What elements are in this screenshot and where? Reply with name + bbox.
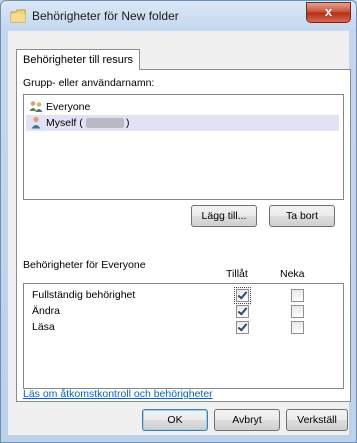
permissions-dialog: Behörigheter för New folder x Behörighet… xyxy=(0,0,357,443)
permission-name: Läsa xyxy=(32,321,55,333)
add-button[interactable]: Lägg till... xyxy=(191,205,257,227)
tab-panel: Grupp- eller användarnamn: Everyone Myse… xyxy=(16,69,351,402)
permission-name: Ändra xyxy=(32,305,61,317)
deny-column-header: Neka xyxy=(280,268,305,280)
close-button[interactable]: x xyxy=(306,2,351,23)
user-icon xyxy=(31,116,41,129)
list-item-label: Myself ( xyxy=(46,117,83,129)
permissions-list: Fullständig behörighet Ändra Läsa xyxy=(23,283,344,389)
allow-checkbox-change[interactable] xyxy=(236,305,249,318)
permissions-label: Behörigheter för Everyone xyxy=(23,259,146,271)
apply-button[interactable]: Verkställ xyxy=(286,409,348,431)
redacted-block xyxy=(86,118,124,128)
group-user-list[interactable]: Everyone Myself ( ) xyxy=(23,94,344,200)
cancel-button[interactable]: Avbryt xyxy=(214,409,280,431)
remove-button[interactable]: Ta bort xyxy=(269,205,335,227)
allow-checkbox-full-control[interactable] xyxy=(234,287,251,304)
list-item-label: Everyone xyxy=(46,101,91,113)
group-list-label: Grupp- eller användarnamn: xyxy=(23,77,155,89)
title-bar[interactable]: Behörigheter för New folder x xyxy=(1,1,356,31)
list-item-everyone[interactable]: Everyone xyxy=(26,99,339,115)
window-title: Behörigheter för New folder xyxy=(32,9,179,23)
folder-icon xyxy=(10,9,26,23)
list-item-myself[interactable]: Myself ( ) xyxy=(26,115,339,131)
allow-column-header: Tillåt xyxy=(226,268,248,280)
ok-button[interactable]: OK xyxy=(142,409,208,431)
allow-checkbox-read[interactable] xyxy=(236,321,249,334)
list-item-suffix: ) xyxy=(126,117,130,129)
tab-share-permissions[interactable]: Behörigheter till resurs xyxy=(16,49,141,70)
deny-checkbox-change[interactable] xyxy=(291,305,304,318)
dialog-body: Behörigheter till resurs Grupp- eller an… xyxy=(8,31,351,435)
deny-checkbox-full-control[interactable] xyxy=(291,289,304,302)
deny-checkbox-read[interactable] xyxy=(291,321,304,334)
help-link[interactable]: Läs om åtkomstkontroll och behörigheter xyxy=(23,388,213,400)
group-users-icon xyxy=(29,101,43,112)
permission-name: Fullständig behörighet xyxy=(32,289,136,301)
